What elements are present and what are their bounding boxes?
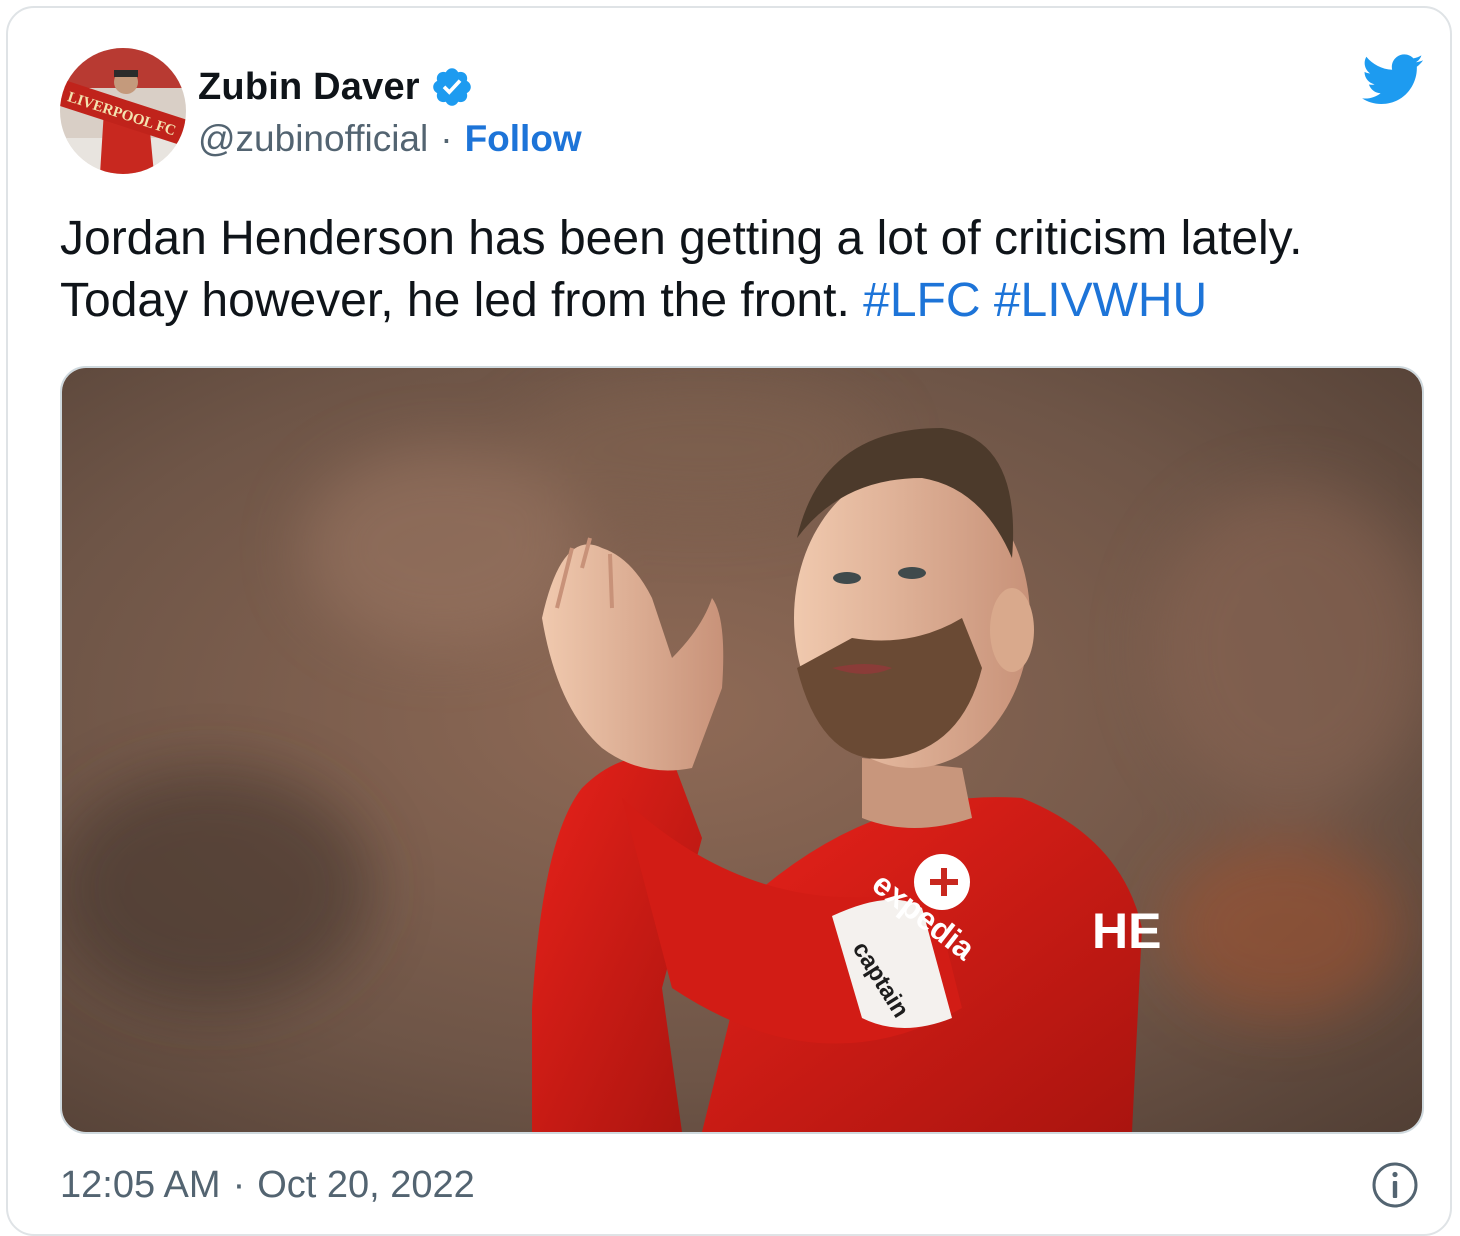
tweet-text-line-2-body: Today however, he led from the front.: [60, 274, 850, 327]
tweet-media-photo[interactable]: captain expedia HE: [60, 366, 1424, 1134]
jersey-name: HE: [1092, 903, 1161, 959]
twitter-bird-icon[interactable]: [1362, 54, 1424, 106]
info-icon[interactable]: [1370, 1160, 1420, 1210]
tweet-text: Jordan Henderson has been getting a lot …: [60, 208, 1440, 332]
hashtag-lfc[interactable]: #LFC: [863, 274, 980, 327]
handle-separator: ·: [440, 118, 453, 159]
author-handle-row: @zubinofficial · Follow: [198, 116, 582, 162]
tweet-timestamp[interactable]: 12:05 AM · Oct 20, 2022: [60, 1162, 475, 1208]
author-handle[interactable]: @zubinofficial: [198, 118, 428, 160]
tweet-time: 12:05 AM: [60, 1163, 221, 1206]
tweet-text-line-2: Today however, he led from the front. #L…: [60, 270, 1440, 332]
tweet-card[interactable]: LIVERPOOL FC Zubin Daver @zubinofficial …: [6, 6, 1452, 1236]
hashtag-livwhu[interactable]: #LIVWHU: [994, 274, 1207, 327]
verified-badge-icon: [433, 68, 471, 106]
author-display-name[interactable]: Zubin Daver: [198, 66, 420, 109]
author-name-row: Zubin Daver: [198, 64, 474, 110]
author-avatar[interactable]: LIVERPOOL FC: [60, 48, 186, 174]
follow-button[interactable]: Follow: [465, 118, 582, 160]
tweet-text-line-1: Jordan Henderson has been getting a lot …: [60, 212, 1303, 265]
tweet-date: Oct 20, 2022: [257, 1163, 475, 1206]
timestamp-separator: ·: [232, 1163, 246, 1206]
